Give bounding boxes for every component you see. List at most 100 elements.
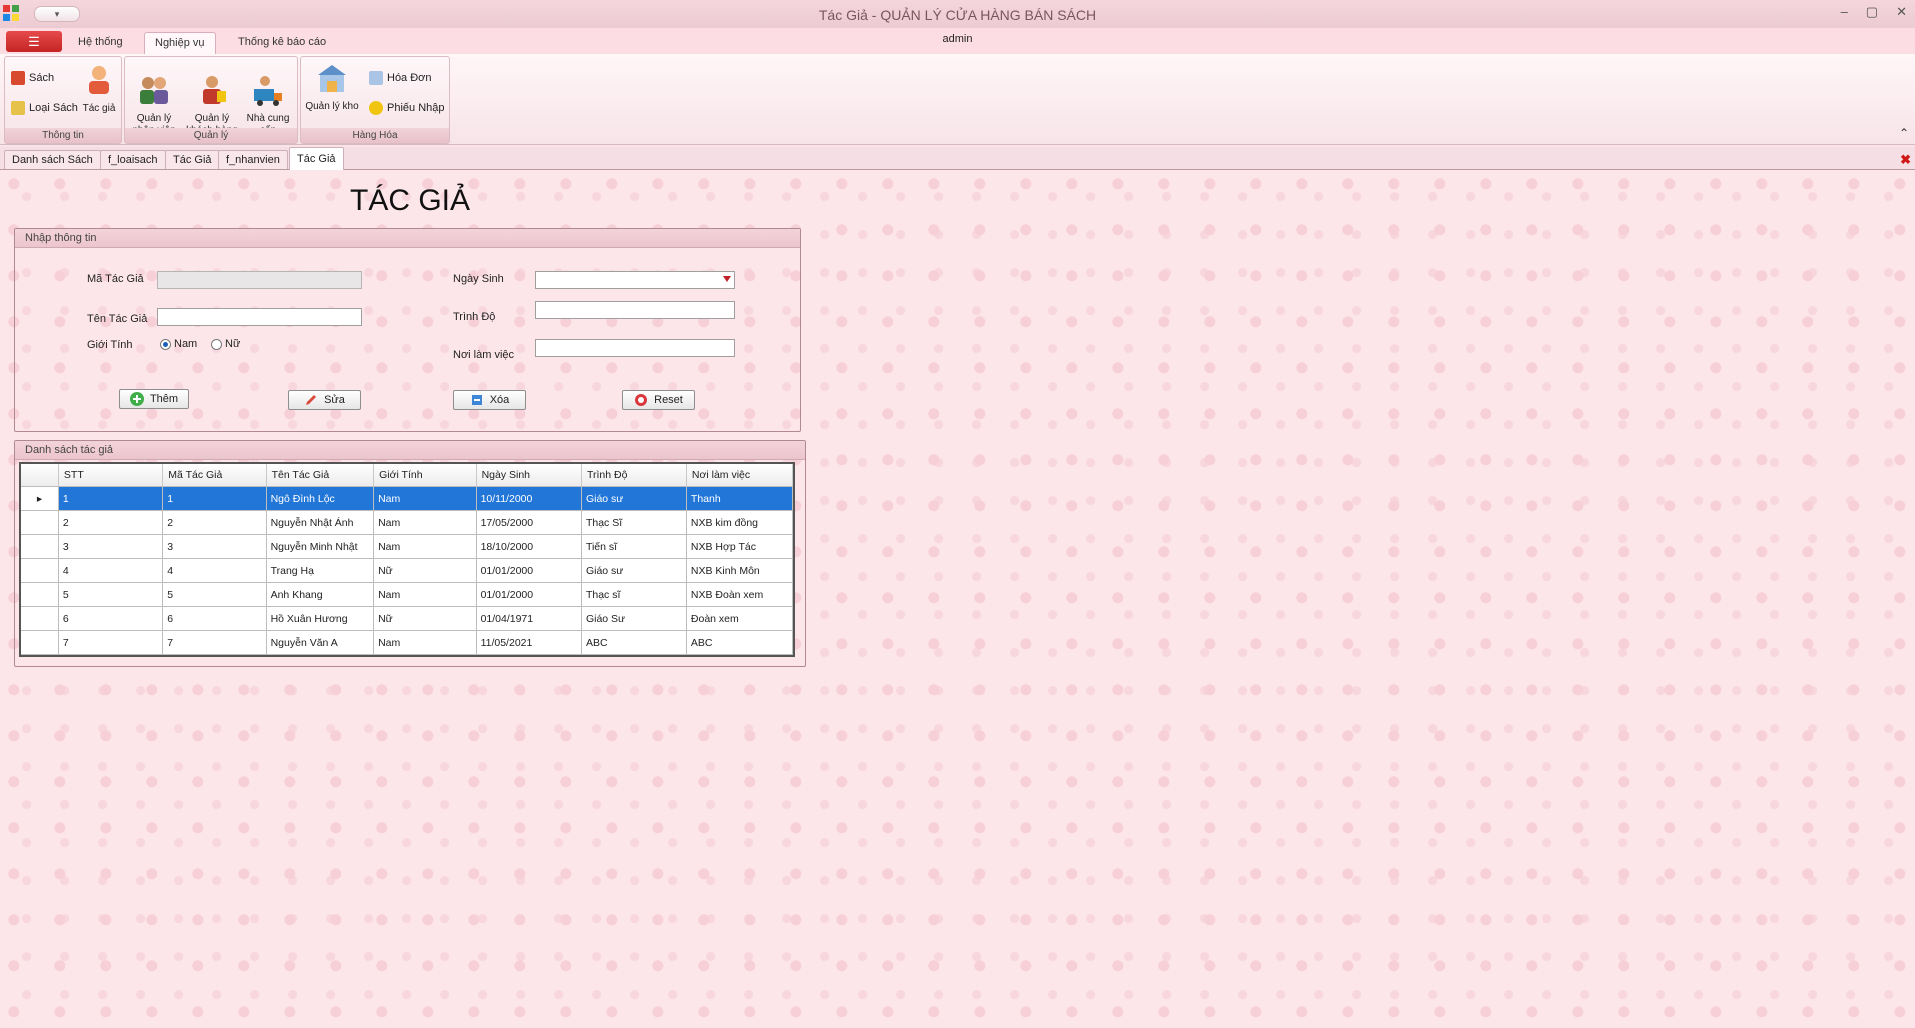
cell-ngay-sinh[interactable]: 01/01/2000 — [476, 582, 582, 607]
table-row[interactable]: ▸ 1 1 Ngô Đình Lộc Nam 10/11/2000 Giáo s… — [21, 486, 793, 511]
table-row[interactable]: 7 7 Nguyễn Văn A Nam 11/05/2021 ABC ABC — [21, 630, 793, 655]
phieu-nhap-button[interactable]: Phiếu Nhập — [369, 101, 445, 115]
authors-grid[interactable]: STT Mã Tác Giả Tên Tác Giả Giới Tính Ngà… — [19, 462, 795, 657]
cell-noi-lam-viec[interactable]: ABC — [686, 630, 793, 655]
table-row[interactable]: 2 2 Nguyễn Nhật Ánh Nam 17/05/2000 Thạc … — [21, 510, 793, 535]
cell-noi-lam-viec[interactable]: NXB Đoàn xem — [686, 582, 793, 607]
gender-nu-radio[interactable]: Nữ — [211, 338, 240, 350]
cell-gioi-tinh[interactable]: Nam — [373, 510, 477, 535]
cell-ten-tac-gia[interactable]: Nguyễn Minh Nhật — [266, 534, 375, 559]
maximize-button[interactable]: ▢ — [1866, 4, 1878, 20]
cell-ma-tac-gia[interactable]: 3 — [162, 534, 267, 559]
gender-nam-radio[interactable]: Nam — [160, 338, 197, 350]
column-header-ma-tac-gia[interactable]: Mã Tác Giả — [162, 464, 267, 487]
them-button[interactable]: Thêm — [119, 389, 189, 409]
cell-stt[interactable]: 6 — [58, 606, 164, 631]
cell-noi-lam-viec[interactable]: NXB Hợp Tác — [686, 534, 793, 559]
cell-ngay-sinh[interactable]: 10/11/2000 — [476, 486, 582, 511]
trinh-do-field[interactable] — [535, 301, 735, 319]
noi-lam-viec-field[interactable] — [535, 339, 735, 357]
current-row-marker-icon[interactable]: ▸ — [21, 486, 59, 511]
cell-stt[interactable]: 7 — [58, 630, 164, 655]
table-row[interactable]: 3 3 Nguyễn Minh Nhật Nam 18/10/2000 Tiến… — [21, 534, 793, 559]
cell-stt[interactable]: 1 — [58, 486, 164, 511]
column-header-stt[interactable]: STT — [58, 464, 164, 487]
cell-gioi-tinh[interactable]: Nam — [373, 630, 477, 655]
cell-stt[interactable]: 5 — [58, 582, 164, 607]
cell-ngay-sinh[interactable]: 17/05/2000 — [476, 510, 582, 535]
cell-ngay-sinh[interactable]: 18/10/2000 — [476, 534, 582, 559]
close-window-button[interactable]: ✕ — [1896, 4, 1907, 20]
cell-noi-lam-viec[interactable]: Đoàn xem — [686, 606, 793, 631]
cell-noi-lam-viec[interactable]: NXB Kinh Môn — [686, 558, 793, 583]
column-header-ten-tac-gia[interactable]: Tên Tác Giả — [266, 464, 375, 487]
cell-ma-tac-gia[interactable]: 7 — [162, 630, 267, 655]
quan-ly-nhan-vien-button[interactable]: Quản lý nhân viên — [129, 61, 179, 137]
sach-button[interactable]: Sách — [11, 71, 54, 85]
tab-tac-gia-1[interactable]: Tác Giả — [165, 150, 220, 169]
ten-tac-gia-field[interactable] — [157, 308, 362, 326]
cell-trinh-do[interactable]: Giáo Sư — [581, 606, 687, 631]
row-header[interactable] — [21, 510, 59, 535]
xoa-button[interactable]: Xóa — [453, 390, 526, 410]
table-row[interactable]: 4 4 Trang Hạ Nữ 01/01/2000 Giáo sư NXB K… — [21, 558, 793, 583]
cell-gioi-tinh[interactable]: Nữ — [373, 606, 477, 631]
cell-gioi-tinh[interactable]: Nữ — [373, 558, 477, 583]
row-header[interactable] — [21, 558, 59, 583]
cell-noi-lam-viec[interactable]: NXB kim đồng — [686, 510, 793, 535]
cell-ten-tac-gia[interactable]: Hồ Xuân Hương — [266, 606, 375, 631]
cell-ma-tac-gia[interactable]: 1 — [162, 486, 267, 511]
hoa-don-button[interactable]: Hóa Đơn — [369, 71, 432, 85]
cell-stt[interactable]: 3 — [58, 534, 164, 559]
cell-trinh-do[interactable]: ABC — [581, 630, 687, 655]
cell-ma-tac-gia[interactable]: 6 — [162, 606, 267, 631]
tab-f-nhanvien[interactable]: f_nhanvien — [218, 150, 288, 169]
tac-gia-button[interactable]: Tác giả — [79, 63, 119, 115]
column-header-gioi-tinh[interactable]: Giới Tính — [373, 464, 477, 487]
reset-button[interactable]: Reset — [622, 390, 695, 410]
cell-trinh-do[interactable]: Giáo sư — [581, 558, 687, 583]
cell-ngay-sinh[interactable]: 11/05/2021 — [476, 630, 582, 655]
cell-ten-tac-gia[interactable]: Nguyễn Nhật Ánh — [266, 510, 375, 535]
cell-gioi-tinh[interactable]: Nam — [373, 486, 477, 511]
cell-stt[interactable]: 4 — [58, 558, 164, 583]
cell-trinh-do[interactable]: Thạc Sĩ — [581, 510, 687, 535]
table-row[interactable]: 5 5 Anh Khang Nam 01/01/2000 Thạc sĩ NXB… — [21, 582, 793, 607]
cell-ten-tac-gia[interactable]: Trang Hạ — [266, 558, 375, 583]
ribbon-collapse-button[interactable]: ⌃ — [1899, 126, 1909, 140]
loai-sach-button[interactable]: Loại Sách — [11, 101, 78, 115]
column-header-noi-lam-viec[interactable]: Nơi làm việc — [686, 464, 793, 487]
cell-ngay-sinh[interactable]: 01/04/1971 — [476, 606, 582, 631]
cell-ma-tac-gia[interactable]: 4 — [162, 558, 267, 583]
dropdown-arrow-icon[interactable] — [723, 276, 731, 282]
minimize-button[interactable]: – — [1841, 4, 1848, 20]
ngay-sinh-picker[interactable] — [535, 271, 735, 289]
cell-ma-tac-gia[interactable]: 5 — [162, 582, 267, 607]
cell-stt[interactable]: 2 — [58, 510, 164, 535]
sua-button[interactable]: Sửa — [288, 390, 361, 410]
cell-trinh-do[interactable]: Tiến sĩ — [581, 534, 687, 559]
column-header-trinh-do[interactable]: Trình Độ — [581, 464, 687, 487]
tab-tac-gia-active[interactable]: Tác Giả — [289, 147, 344, 170]
row-header[interactable] — [21, 606, 59, 631]
row-header[interactable] — [21, 582, 59, 607]
row-header[interactable] — [21, 534, 59, 559]
table-row[interactable]: 6 6 Hồ Xuân Hương Nữ 01/04/1971 Giáo Sư … — [21, 606, 793, 631]
close-document-icon[interactable]: ✖ — [1900, 152, 1911, 168]
tab-danh-sach-sach[interactable]: Danh sách Sách — [4, 150, 101, 169]
nha-cung-cap-button[interactable]: Nhà cung cấp — [243, 61, 293, 137]
cell-gioi-tinh[interactable]: Nam — [373, 534, 477, 559]
cell-ten-tac-gia[interactable]: Anh Khang — [266, 582, 375, 607]
cell-gioi-tinh[interactable]: Nam — [373, 582, 477, 607]
cell-trinh-do[interactable]: Giáo sư — [581, 486, 687, 511]
column-header-ngay-sinh[interactable]: Ngày Sinh — [476, 464, 582, 487]
cell-ma-tac-gia[interactable]: 2 — [162, 510, 267, 535]
cell-ngay-sinh[interactable]: 01/01/2000 — [476, 558, 582, 583]
quan-ly-khach-hang-button[interactable]: Quản lý khách hàng — [185, 61, 239, 137]
cell-trinh-do[interactable]: Thạc sĩ — [581, 582, 687, 607]
cell-noi-lam-viec[interactable]: Thanh — [686, 486, 793, 511]
tab-f-loaisach[interactable]: f_loaisach — [100, 150, 166, 169]
cell-ten-tac-gia[interactable]: Ngô Đình Lộc — [266, 486, 375, 511]
row-header[interactable] — [21, 630, 59, 655]
quan-ly-kho-button[interactable]: Quản lý kho — [303, 61, 361, 113]
